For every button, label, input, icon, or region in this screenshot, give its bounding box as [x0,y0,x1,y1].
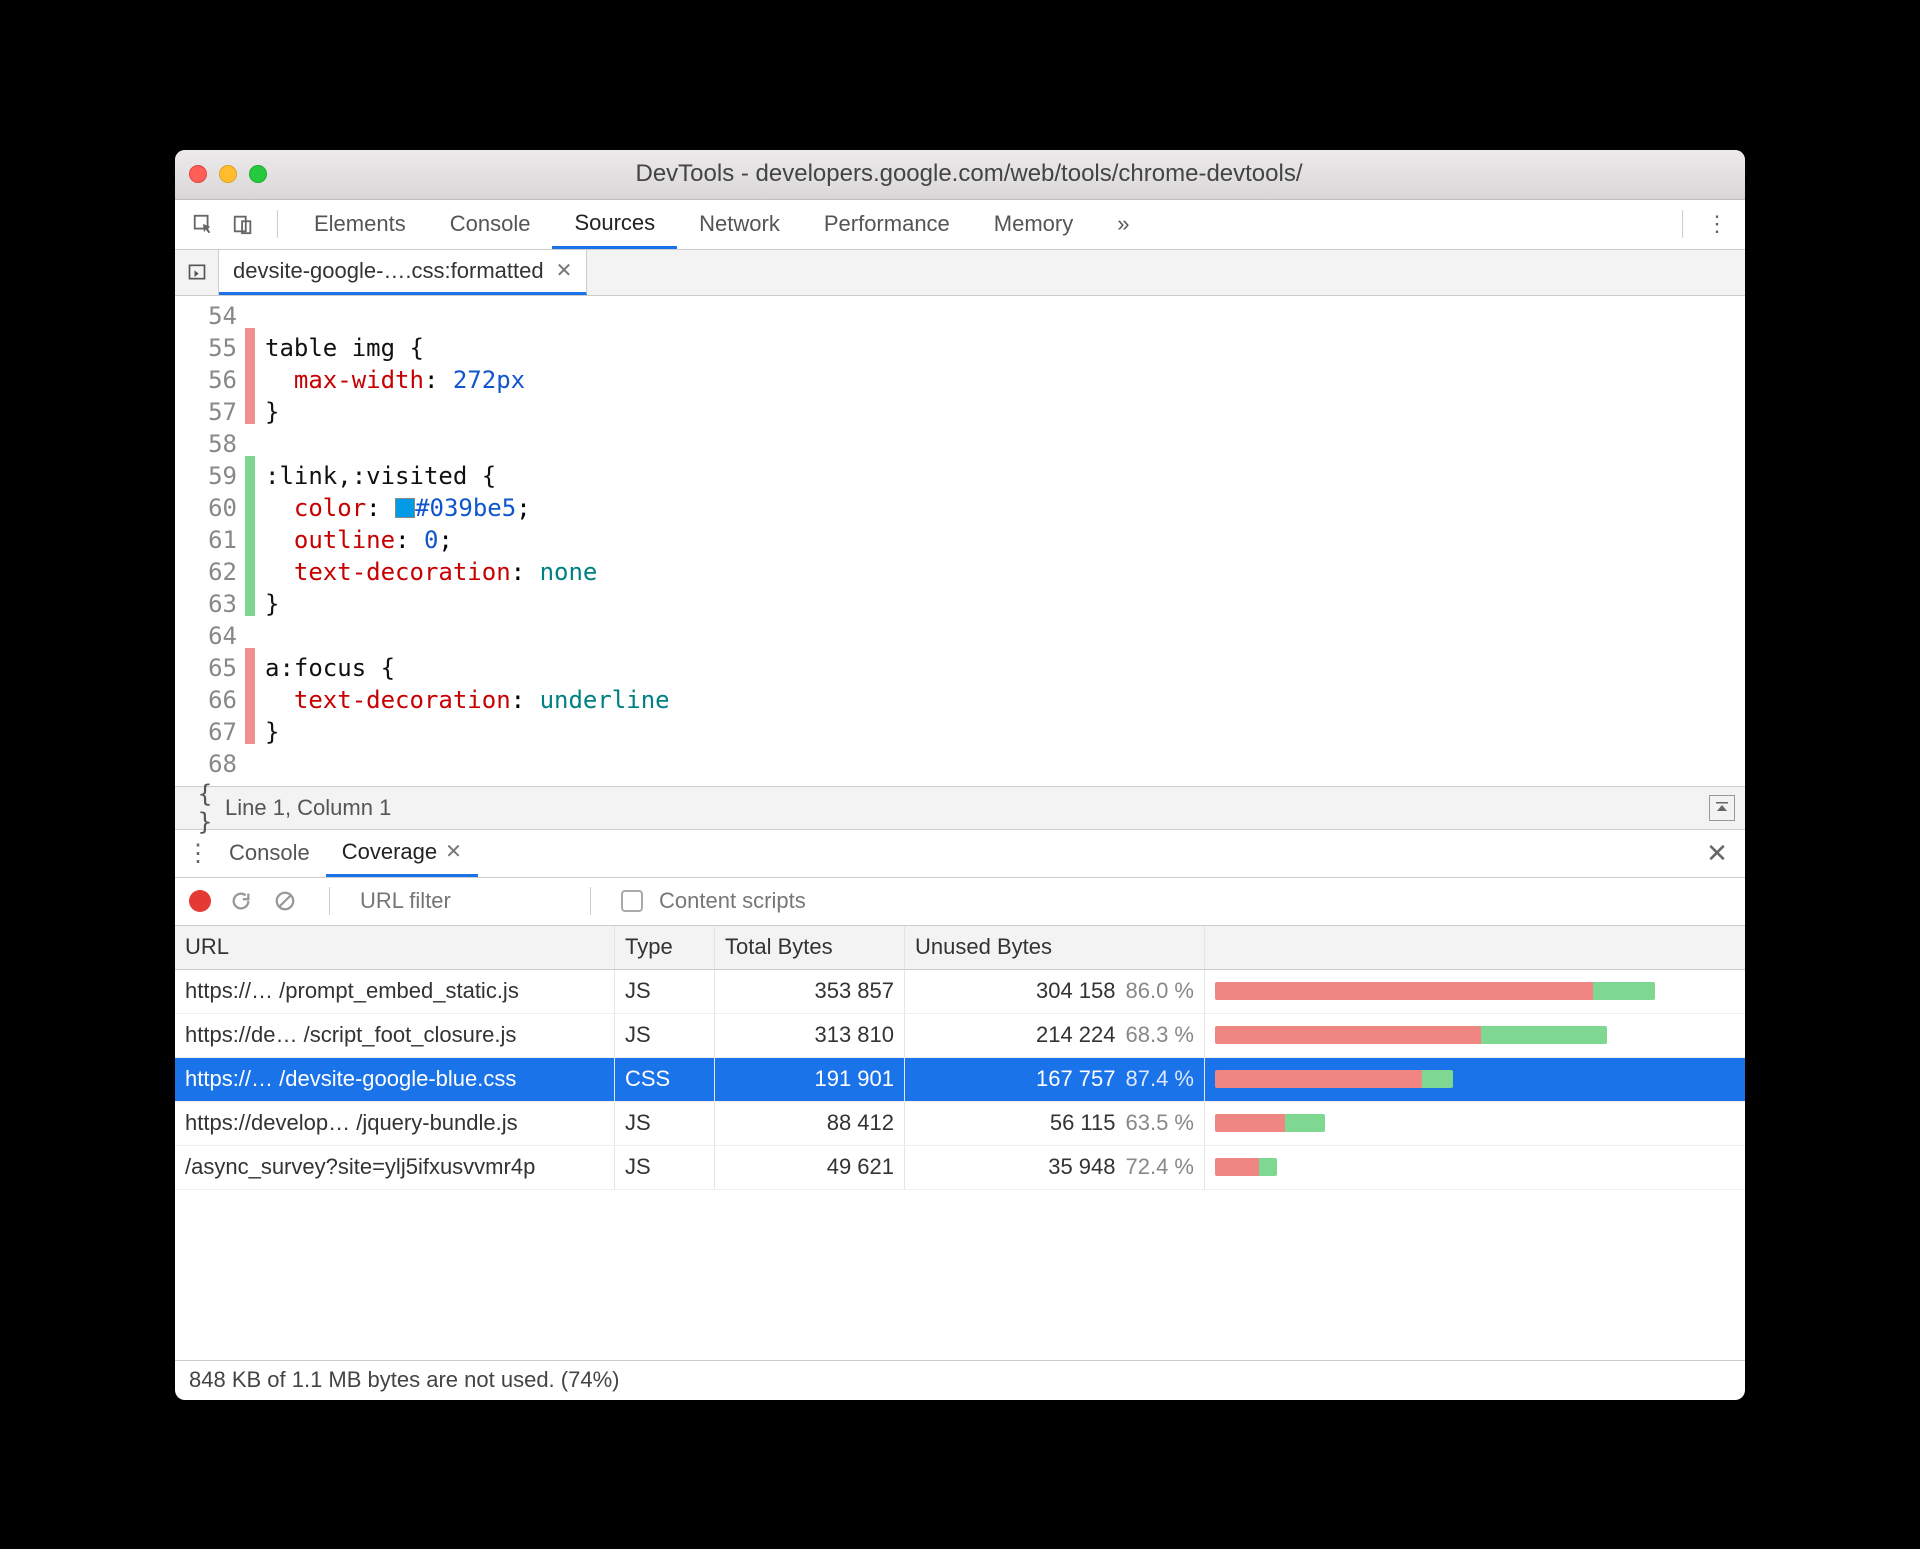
col-url[interactable]: URL [175,926,615,969]
col-type[interactable]: Type [615,926,715,969]
drawer-tabstrip: ⋮ ConsoleCoverage✕ ✕ [175,830,1745,878]
minimize-window-button[interactable] [219,165,237,183]
table-row[interactable]: https://… /prompt_embed_static.jsJS353 8… [175,970,1745,1014]
table-row[interactable]: https://de… /script_foot_closure.jsJS313… [175,1014,1745,1058]
drawer-tab-coverage[interactable]: Coverage✕ [326,830,478,877]
drawer-menu-icon[interactable]: ⋮ [183,839,213,868]
record-button[interactable] [189,890,211,912]
tab-elements[interactable]: Elements [292,200,428,249]
file-tab[interactable]: devsite-google-….css:formatted ✕ [219,250,587,295]
tab-sources[interactable]: Sources [552,200,677,249]
coverage-toolbar: Content scripts [175,878,1745,926]
traffic-lights [189,165,267,183]
content-scripts-label: Content scripts [659,888,806,914]
editor-statusbar: { } Line 1, Column 1 [175,786,1745,830]
source-editor[interactable]: 545556575859606162636465666768 table img… [175,296,1745,786]
coverage-gutter [245,296,255,786]
pretty-print-icon[interactable]: { } [185,780,225,836]
col-bar [1205,926,1745,969]
file-tabstrip: devsite-google-….css:formatted ✕ [175,250,1745,296]
coverage-footer: 848 KB of 1.1 MB bytes are not used. (74… [175,1360,1745,1400]
devtools-window: DevTools - developers.google.com/web/too… [175,150,1745,1400]
main-tabstrip: ElementsConsoleSourcesNetworkPerformance… [175,200,1745,250]
divider [590,887,591,915]
coverage-table: URL Type Total Bytes Unused Bytes https:… [175,926,1745,1360]
tab-performance[interactable]: Performance [802,200,972,249]
col-total[interactable]: Total Bytes [715,926,905,969]
tab-console[interactable]: Console [428,200,553,249]
tab-memory[interactable]: Memory [972,200,1095,249]
url-filter-input[interactable] [360,888,560,914]
divider [329,887,330,915]
window-title: DevTools - developers.google.com/web/too… [267,160,1731,188]
table-header-row: URL Type Total Bytes Unused Bytes [175,926,1745,970]
close-tab-icon[interactable]: ✕ [556,258,573,283]
settings-menu-icon[interactable]: ⋮ [1697,204,1737,244]
reload-icon[interactable] [227,890,255,912]
inspect-icon[interactable] [183,204,223,244]
titlebar: DevTools - developers.google.com/web/too… [175,150,1745,200]
table-row[interactable]: https://… /devsite-google-blue.cssCSS191… [175,1058,1745,1102]
table-row[interactable]: https://develop… /jquery-bundle.jsJS88 4… [175,1102,1745,1146]
code-content: table img { max-width: 272px} :link,:vis… [255,296,670,786]
toggle-sidebar-icon[interactable] [1709,795,1735,821]
col-unused[interactable]: Unused Bytes [905,926,1205,969]
tab-network[interactable]: Network [677,200,802,249]
close-window-button[interactable] [189,165,207,183]
divider [1682,210,1683,238]
zoom-window-button[interactable] [249,165,267,183]
file-tab-label: devsite-google-….css:formatted [233,258,544,284]
drawer-tab-console[interactable]: Console [213,830,326,877]
table-row[interactable]: /async_survey?site=ylj5ifxusvvmr4pJS49 6… [175,1146,1745,1190]
cursor-position: Line 1, Column 1 [225,795,391,821]
device-toggle-icon[interactable] [223,204,263,244]
close-drawer-icon[interactable]: ✕ [1697,838,1737,869]
clear-icon[interactable] [271,890,299,912]
close-drawer-tab-icon[interactable]: ✕ [445,839,462,864]
show-navigator-icon[interactable] [175,250,219,295]
line-gutter: 545556575859606162636465666768 [175,296,245,786]
divider [277,210,278,238]
content-scripts-checkbox[interactable] [621,890,643,912]
coverage-summary: 848 KB of 1.1 MB bytes are not used. (74… [189,1367,619,1393]
tabs-overflow-button[interactable]: » [1095,200,1151,249]
